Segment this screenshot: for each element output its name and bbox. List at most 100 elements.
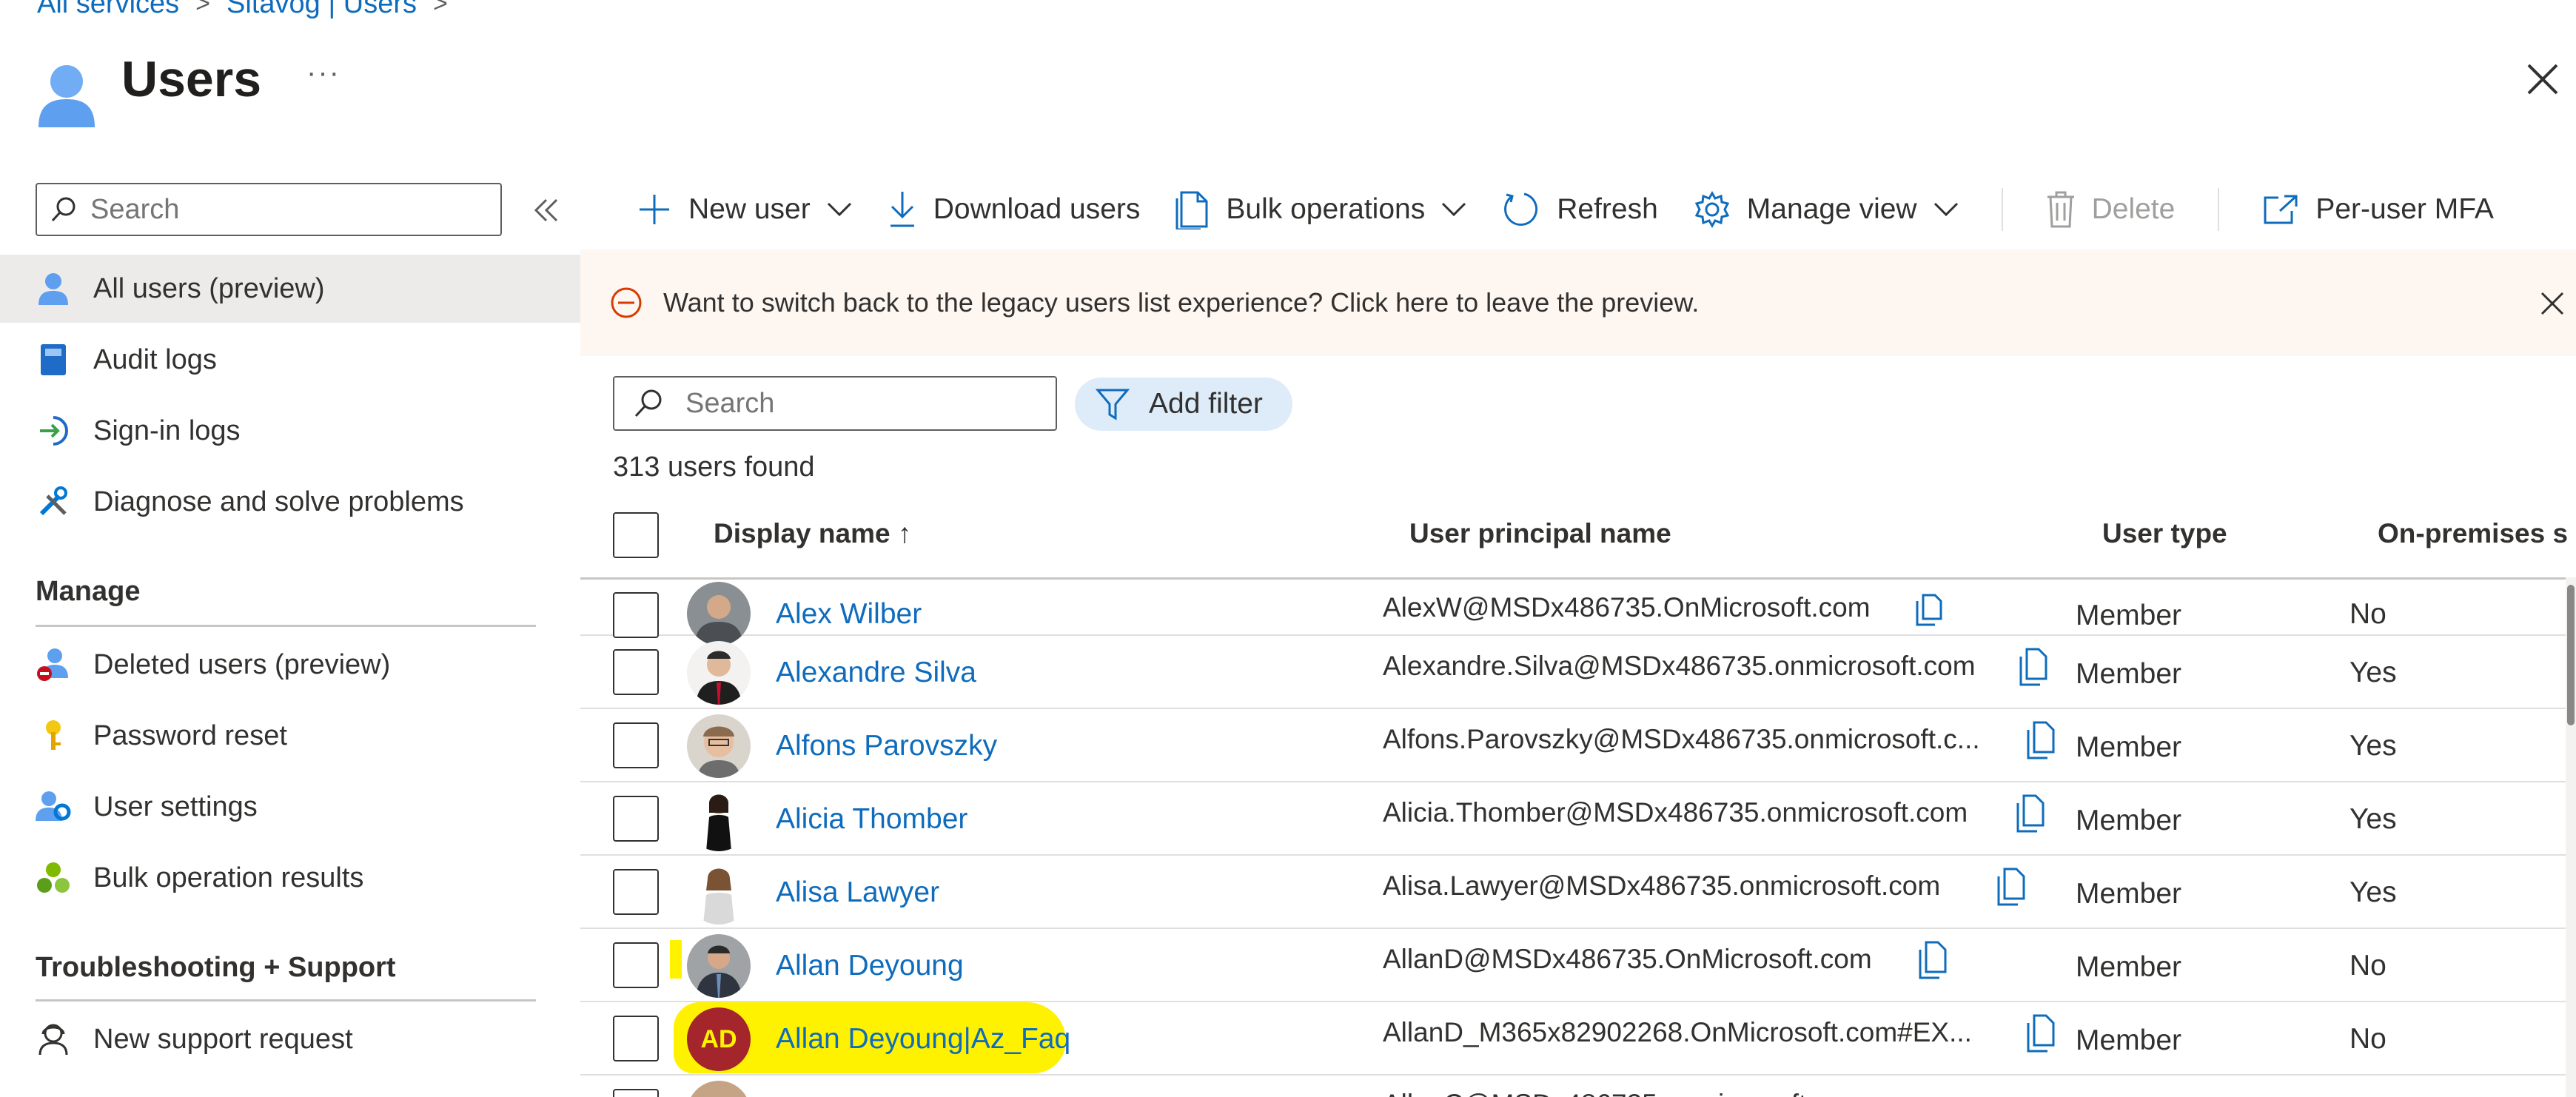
sidebar-item-audit-logs[interactable]: Audit logs [0, 326, 580, 394]
manage-section-title: Manage [36, 576, 141, 607]
avatar-initials: AD [687, 1007, 751, 1071]
delete-label: Delete [2091, 193, 2176, 225]
download-users-button[interactable]: Download users [888, 190, 1140, 229]
user-name-link[interactable]: Alicia Thomber [776, 803, 967, 836]
copy-icon[interactable] [1916, 939, 1951, 981]
toolbar-divider [2218, 188, 2220, 231]
sidebar-item-label: Sign-in logs [93, 415, 241, 446]
user-type: Member [2076, 731, 2182, 763]
command-bar: New user Download users Bulk operations … [637, 184, 2529, 235]
breadcrumb-all-services[interactable]: All services [37, 0, 179, 20]
per-user-mfa-label: Per-user MFA [2315, 193, 2494, 225]
copy-icon[interactable] [1913, 592, 1948, 634]
wrench-icon [36, 484, 71, 520]
table-row[interactable]: Alicia Thomber Alicia.Thomber@MSDx486735… [580, 782, 2576, 856]
sidebar-item-label: Deleted users (preview) [93, 648, 391, 680]
sidebar-item-password-reset[interactable]: Password reset [0, 702, 580, 770]
copy-icon[interactable] [2024, 1013, 2059, 1054]
more-options-button[interactable]: ··· [306, 56, 341, 90]
avatar [687, 641, 751, 705]
copy-icon[interactable] [2024, 719, 2059, 761]
user-name-link[interactable]: Alexandre Silva [776, 657, 976, 689]
open-external-icon [2262, 193, 2299, 226]
column-header-display-name[interactable]: Display name ↑ [714, 518, 911, 549]
table-row[interactable]: Allan Deyoung AllanD@MSDx486735.OnMicros… [580, 929, 2576, 1002]
sidebar-item-deleted-users[interactable]: Deleted users (preview) [0, 631, 580, 699]
sidebar-item-label: User settings [93, 791, 258, 822]
sidebar-item-all-users[interactable]: All users (preview) [0, 255, 580, 323]
row-checkbox[interactable] [613, 796, 659, 842]
user-name-link[interactable]: Alisa Lawyer [776, 876, 939, 909]
row-checkbox[interactable] [613, 1089, 659, 1097]
copy-icon[interactable] [2013, 793, 2049, 834]
bulk-operations-icon [1175, 189, 1210, 229]
row-checkbox[interactable] [613, 942, 659, 988]
sidebar-item-new-support-request[interactable]: New support request [0, 1005, 580, 1073]
table-row[interactable]: AD Allan Deyoung|Az_Faq AllanD_M365x8290… [580, 1002, 2576, 1076]
user-name-link[interactable]: Allan Deyoung|Az_Faq [776, 1023, 1070, 1056]
sidebar-item-sign-in-logs[interactable]: Sign-in logs [0, 397, 580, 465]
sidebar-item-bulk-results[interactable]: Bulk operation results [0, 844, 580, 912]
breadcrumb-separator: > [195, 0, 211, 18]
preview-banner[interactable]: Want to switch back to the legacy users … [580, 249, 2576, 356]
sidebar-item-label: Password reset [93, 719, 287, 751]
sidebar-search[interactable] [36, 183, 502, 236]
table-row[interactable]: Alfons Parovszky Alfons.Parovszky@MSDx48… [580, 709, 2576, 782]
sidebar-item-user-settings[interactable]: User settings [0, 773, 580, 841]
users-search-input[interactable] [685, 387, 1041, 420]
breadcrumb-sitavog-users[interactable]: Sitavog | Users [227, 0, 417, 20]
chevron-down-icon [1441, 202, 1466, 217]
select-all-checkbox[interactable] [613, 512, 659, 558]
row-checkbox[interactable] [613, 722, 659, 768]
on-premises-sync: Yes [2349, 730, 2397, 762]
new-user-button[interactable]: New user [637, 192, 852, 227]
user-settings-icon [36, 789, 71, 825]
table-row[interactable]: Alex Wilber AlexW@MSDx486735.OnMicrosoft… [580, 563, 2576, 645]
table-row[interactable]: Alexandre Silva Alexandre.Silva@MSDx4867… [580, 636, 2576, 709]
row-checkbox[interactable] [613, 649, 659, 695]
table-row[interactable]: AllanC@MSDx486735.onmicrosoft.com [580, 1076, 2576, 1097]
refresh-button[interactable]: Refresh [1502, 190, 1658, 229]
user-name-link[interactable]: Alex Wilber [776, 598, 922, 631]
sidebar-item-diagnose[interactable]: Diagnose and solve problems [0, 468, 580, 536]
sidebar-search-input[interactable] [90, 193, 475, 226]
deleted-user-icon [36, 647, 71, 682]
add-filter-button[interactable]: Add filter [1075, 378, 1292, 431]
column-header-on-premises[interactable]: On-premises s [2378, 518, 2568, 549]
per-user-mfa-button[interactable]: Per-user MFA [2262, 193, 2494, 226]
user-upn: Alisa.Lawyer@MSDx486735.onmicrosoft.com [1383, 870, 1941, 901]
copy-icon[interactable] [1994, 866, 2030, 908]
user-type: Member [2076, 951, 2182, 983]
sign-in-icon [36, 413, 71, 449]
sidebar-item-label: All users (preview) [93, 272, 325, 304]
on-premises-sync: Yes [2349, 657, 2397, 688]
row-checkbox[interactable] [613, 1016, 659, 1061]
users-search[interactable] [613, 376, 1057, 431]
user-name-link[interactable]: Allan Deyoung [776, 950, 964, 982]
user-type: Member [2076, 658, 2182, 690]
user-upn: Alicia.Thomber@MSDx486735.onmicrosoft.co… [1383, 797, 1968, 828]
bulk-operations-button[interactable]: Bulk operations [1175, 189, 1466, 229]
scrollbar-thumb[interactable] [2567, 585, 2575, 725]
manage-view-button[interactable]: Manage view [1694, 191, 1959, 228]
delete-button[interactable]: Delete [2046, 191, 2176, 228]
copy-icon[interactable] [2016, 646, 2052, 688]
divider [36, 625, 536, 627]
sidebar-item-label: Bulk operation results [93, 862, 364, 893]
user-upn: AllanD@MSDx486735.OnMicrosoft.com [1383, 944, 1872, 974]
dismiss-banner-icon[interactable] [2538, 289, 2567, 318]
new-user-label: New user [688, 193, 811, 225]
row-checkbox[interactable] [613, 592, 659, 638]
column-header-user-type[interactable]: User type [2102, 518, 2227, 549]
table-row[interactable]: Alisa Lawyer Alisa.Lawyer@MSDx486735.onm… [580, 856, 2576, 929]
row-checkbox[interactable] [613, 869, 659, 915]
trash-icon [2046, 191, 2076, 228]
banner-text[interactable]: Want to switch back to the legacy users … [663, 287, 1699, 318]
user-name-link[interactable]: Alfons Parovszky [776, 730, 997, 762]
filter-icon [1096, 388, 1130, 420]
close-icon[interactable] [2524, 61, 2561, 98]
chevron-down-icon [827, 202, 852, 217]
column-header-upn[interactable]: User principal name [1409, 518, 1671, 549]
on-premises-sync: Yes [2349, 876, 2397, 908]
collapse-sidebar-icon[interactable] [530, 194, 563, 227]
